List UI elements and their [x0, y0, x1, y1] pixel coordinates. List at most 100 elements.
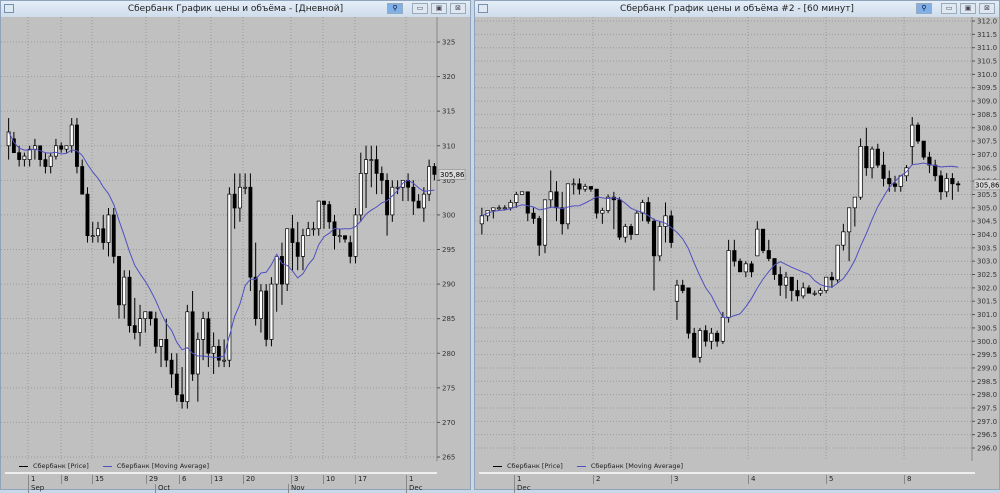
candle-body: [111, 214, 116, 257]
candle-body: [432, 166, 437, 175]
y-tick-label: 307.5: [977, 138, 997, 146]
candle-body: [274, 256, 279, 285]
candle-body: [390, 186, 395, 216]
candle-body: [915, 124, 921, 142]
candle-body: [90, 235, 95, 238]
month-label: Nov: [288, 484, 305, 493]
candle-body: [427, 166, 432, 195]
candle-body: [222, 359, 227, 362]
y-tick-label: 306.5: [977, 164, 997, 172]
candle-body: [159, 339, 163, 347]
y-tick-label: 285: [442, 315, 455, 323]
candle-body: [311, 228, 316, 231]
x-tick-label: 6: [179, 475, 186, 484]
date-axis: 1 2 3 4 5 8 Dec: [479, 472, 975, 493]
month-label: Sep: [28, 484, 44, 493]
x-tick-label: 20: [243, 475, 255, 484]
last-price-label: 305,86: [975, 181, 1000, 189]
candle-body: [869, 148, 875, 169]
maximize-button[interactable]: ▣: [431, 3, 447, 14]
candle-body: [301, 235, 305, 257]
candle-body: [749, 263, 754, 273]
candle-body: [875, 148, 880, 166]
candle-body: [22, 155, 27, 160]
candle-body: [337, 235, 342, 238]
candle-body: [101, 228, 106, 243]
x-tick-label: 13: [211, 475, 223, 484]
candle-body: [358, 173, 363, 216]
maximize-button[interactable]: ▣: [960, 3, 976, 14]
candle-body: [692, 332, 697, 358]
candle-body: [738, 260, 743, 273]
y-tick-label: 303.0: [977, 258, 997, 266]
candle-body: [887, 178, 892, 185]
y-tick-label: 309.5: [977, 84, 997, 92]
window-menu-icon[interactable]: [4, 4, 14, 13]
candle-body: [755, 228, 760, 257]
candle-body: [211, 345, 216, 354]
window-title: Сбербанк График цены и объёма #2 - [60 м…: [620, 4, 854, 14]
candle-body: [709, 332, 714, 342]
candle-body: [892, 183, 898, 187]
candle-body: [96, 228, 100, 237]
candle-body: [290, 228, 295, 243]
candle-body: [881, 164, 886, 179]
candle-body: [343, 235, 347, 240]
candle-body: [185, 311, 190, 403]
y-tick-label: 302.0: [977, 284, 997, 292]
y-tick-label: 302.5: [977, 271, 997, 279]
candle-body: [117, 256, 121, 306]
candle-body: [348, 242, 353, 257]
y-tick-label: 308.0: [977, 124, 997, 132]
candle-body: [617, 199, 622, 238]
y-tick-label: 301.0: [977, 311, 997, 319]
pin-button[interactable]: ⚲: [387, 3, 403, 14]
y-tick-label: 310: [442, 142, 455, 150]
candle-body: [32, 145, 37, 150]
x-tick-label: 1: [28, 475, 35, 484]
y-tick-label: 296.0: [977, 445, 997, 453]
candle-body: [216, 345, 221, 361]
candle-body: [778, 274, 783, 286]
candle-body: [703, 330, 708, 342]
hourly-chart-window[interactable]: Сбербанк График цены и объёма #2 - [60 м…: [474, 0, 1000, 493]
candle-body: [634, 212, 639, 235]
candle-body: [583, 186, 588, 190]
daily-chart-window[interactable]: Сбербанк График цены и объёма - [Дневной…: [0, 0, 472, 493]
price-chart[interactable]: 3253203153103053002952902852802752702653…: [1, 17, 472, 462]
window-title-bar[interactable]: Сбербанк График цены и объёма - [Дневной…: [1, 1, 470, 17]
window-menu-icon[interactable]: [478, 4, 488, 13]
pin-button[interactable]: ⚲: [916, 3, 932, 14]
candle-body: [548, 191, 553, 201]
x-tick-label: 3: [671, 475, 678, 484]
candle-body: [232, 193, 237, 209]
y-tick-label: 308.5: [977, 111, 997, 119]
candle-body: [322, 200, 326, 205]
candle-body: [565, 183, 571, 225]
candle-body: [43, 159, 48, 167]
candle-body: [369, 159, 374, 161]
candle-body: [237, 186, 242, 209]
candle-body: [206, 318, 211, 354]
candle-body: [835, 244, 840, 281]
close-button[interactable]: ⊠: [450, 3, 466, 14]
close-button[interactable]: ⊠: [979, 3, 995, 14]
candle-body: [531, 212, 536, 219]
candle-body: [497, 207, 502, 210]
plot-area: [475, 17, 972, 462]
minimize-button[interactable]: ▭: [412, 3, 428, 14]
price-chart[interactable]: 312.0 311.5 311.0 310.5 310.0 309.5 309.0 308.5…: [475, 17, 1000, 462]
window-title-bar[interactable]: Сбербанк График цены и объёма #2 - [60 м…: [475, 1, 999, 17]
minimize-button[interactable]: ▭: [941, 3, 957, 14]
candle-body: [594, 188, 599, 214]
candle-body: [938, 175, 943, 193]
candle-body: [577, 183, 582, 190]
candle-body: [806, 287, 812, 294]
candle-body: [801, 287, 806, 297]
candle-body: [27, 148, 32, 160]
candle-body: [824, 276, 829, 291]
y-tick-label: 299.5: [977, 351, 997, 359]
candle-body: [766, 250, 771, 259]
candle-body: [715, 332, 720, 342]
candle-body: [38, 145, 43, 160]
